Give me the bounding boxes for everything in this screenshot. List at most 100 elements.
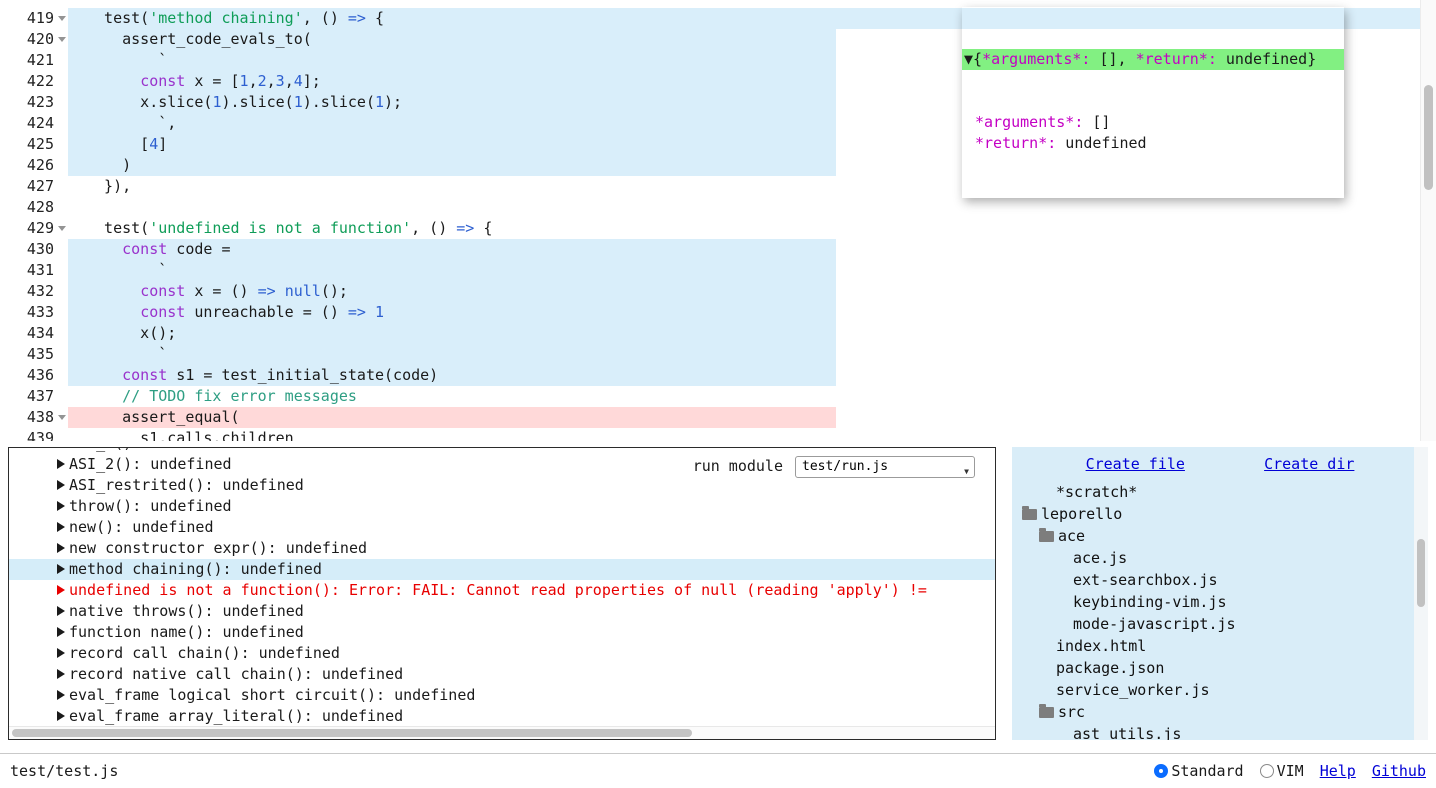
test-result-item[interactable]: method chaining(): undefined (9, 559, 995, 580)
code-line[interactable]: 434 x(); (0, 323, 1420, 344)
code-token: => (348, 9, 366, 27)
test-result-item[interactable]: eval_frame logical short circuit(): unde… (9, 685, 995, 706)
code-line-content[interactable]: assert_equal( (68, 407, 1420, 428)
code-token (276, 282, 285, 300)
expand-triangle-icon[interactable] (57, 648, 65, 658)
file-tree-item[interactable]: ast_utils.js (1012, 723, 1428, 740)
expand-triangle-icon[interactable] (57, 501, 65, 511)
file-tree-item[interactable]: ext-searchbox.js (1012, 569, 1428, 591)
expand-triangle-icon[interactable] (57, 447, 65, 448)
file-tree-item[interactable]: service_worker.js (1012, 679, 1428, 701)
results-scrollbar-thumb[interactable] (12, 729, 692, 737)
create-file-link[interactable]: Create file (1086, 453, 1185, 475)
radio-vim-icon[interactable] (1260, 764, 1274, 778)
file-tree-item[interactable]: package.json (1012, 657, 1428, 679)
github-link[interactable]: Github (1372, 762, 1426, 780)
tooltip-header[interactable]: ▼{*arguments*: [], *return*: undefined} (962, 49, 1344, 70)
file-tree-folder[interactable]: leporello (1012, 503, 1428, 525)
file-tree-item[interactable]: mode-javascript.js (1012, 613, 1428, 635)
test-result-item[interactable]: new constructor expr(): undefined (9, 538, 995, 559)
expand-triangle-icon[interactable] (57, 543, 65, 553)
test-result-item[interactable]: record call chain(): undefined (9, 643, 995, 664)
code-token (86, 366, 122, 384)
code-editor[interactable]: 419 test('method chaining', () => {420 a… (0, 0, 1436, 441)
fold-marker-icon[interactable] (58, 415, 66, 420)
results-horizontal-scrollbar[interactable] (9, 726, 995, 739)
test-result-item[interactable]: eval_frame array_literal(): undefined (9, 706, 995, 727)
line-number: 422 (0, 71, 68, 92)
code-line[interactable]: 430 const code = (0, 239, 1420, 260)
line-number-text: 429 (27, 219, 54, 237)
test-result-item[interactable]: undefined is not a function(): Error: FA… (9, 580, 995, 601)
line-highlight (68, 50, 836, 71)
help-link[interactable]: Help (1320, 762, 1356, 780)
code-line-content[interactable]: ` (68, 344, 1420, 365)
test-result-item[interactable]: ASI_1(): undefined (9, 447, 995, 454)
code-line-content[interactable]: x(); (68, 323, 1420, 344)
test-result-item[interactable]: new(): undefined (9, 517, 995, 538)
expand-triangle-icon[interactable] (57, 669, 65, 679)
expand-triangle-icon[interactable] (57, 564, 65, 574)
code-token: , () (411, 219, 456, 237)
code-line[interactable]: 428 (0, 197, 1420, 218)
code-line-content[interactable]: test('undefined is not a function', () =… (68, 218, 1420, 239)
fold-marker-icon[interactable] (58, 37, 66, 42)
code-line[interactable]: 438 assert_equal( (0, 407, 1420, 428)
fold-marker-icon[interactable] (58, 16, 66, 21)
radio-standard-icon[interactable] (1154, 764, 1168, 778)
create-dir-link[interactable]: Create dir (1264, 453, 1354, 475)
code-line[interactable]: 432 const x = () => null(); (0, 281, 1420, 302)
code-token: (); (321, 282, 348, 300)
code-line-content[interactable]: const code = (68, 239, 1420, 260)
line-number: 438 (0, 407, 68, 428)
code-line-content[interactable]: ` (68, 260, 1420, 281)
code-line-content[interactable]: const x = () => null(); (68, 281, 1420, 302)
expand-triangle-icon[interactable] (57, 522, 65, 532)
code-line[interactable]: 429 test('undefined is not a function', … (0, 218, 1420, 239)
test-result-item[interactable]: function name(): undefined (9, 622, 995, 643)
code-line[interactable]: 431 ` (0, 260, 1420, 281)
expand-triangle-icon[interactable] (57, 690, 65, 700)
line-number: 432 (0, 281, 68, 302)
expand-triangle-icon[interactable] (57, 711, 65, 721)
code-line-content[interactable]: const s1 = test_initial_state(code) (68, 365, 1420, 386)
expand-triangle-icon[interactable] (57, 606, 65, 616)
test-result-item[interactable]: record native call chain(): undefined (9, 664, 995, 685)
test-result-text: eval_frame logical short circuit(): unde… (69, 686, 475, 704)
code-line-content[interactable]: const unreachable = () => 1 (68, 302, 1420, 323)
editor-vertical-scrollbar[interactable] (1420, 0, 1436, 441)
keybinding-vim-option[interactable]: VIM (1260, 762, 1304, 780)
expand-triangle-icon[interactable] (57, 480, 65, 490)
files-scrollbar-thumb[interactable] (1417, 539, 1425, 607)
code-token: s1 = test_initial_state(code) (167, 366, 438, 384)
test-result-item[interactable]: native throws(): undefined (9, 601, 995, 622)
expand-triangle-icon[interactable] (57, 459, 65, 469)
code-token: undefined (1217, 50, 1307, 68)
code-line-content[interactable] (68, 197, 1420, 218)
code-token: 1 (375, 93, 384, 111)
file-tree-item[interactable]: ace.js (1012, 547, 1428, 569)
line-number-text: 437 (27, 387, 54, 405)
file-tree-folder[interactable]: src (1012, 701, 1428, 723)
code-line[interactable]: 435 ` (0, 344, 1420, 365)
keybinding-standard-option[interactable]: Standard (1154, 762, 1243, 780)
code-line[interactable]: 437 // TODO fix error messages (0, 386, 1420, 407)
expand-triangle-icon[interactable] (57, 585, 65, 595)
code-line-content[interactable]: s1.calls.children (68, 428, 1420, 441)
editor-scrollbar-thumb[interactable] (1424, 85, 1433, 190)
files-vertical-scrollbar[interactable] (1414, 447, 1428, 740)
file-tree-item[interactable]: *scratch* (1012, 481, 1428, 503)
test-result-item[interactable]: ASI_restrited(): undefined (9, 475, 995, 496)
run-module-select[interactable]: test/run.js (795, 456, 975, 478)
expand-triangle-icon[interactable] (57, 627, 65, 637)
file-tree-folder[interactable]: ace (1012, 525, 1428, 547)
code-line[interactable]: 433 const unreachable = () => 1 (0, 302, 1420, 323)
file-tree-item[interactable]: index.html (1012, 635, 1428, 657)
code-line[interactable]: 439 s1.calls.children (0, 428, 1420, 441)
fold-marker-icon[interactable] (58, 226, 66, 231)
code-line-content[interactable]: // TODO fix error messages (68, 386, 1420, 407)
line-highlight (68, 134, 836, 155)
file-tree-item[interactable]: keybinding-vim.js (1012, 591, 1428, 613)
test-result-item[interactable]: throw(): undefined (9, 496, 995, 517)
code-line[interactable]: 436 const s1 = test_initial_state(code) (0, 365, 1420, 386)
